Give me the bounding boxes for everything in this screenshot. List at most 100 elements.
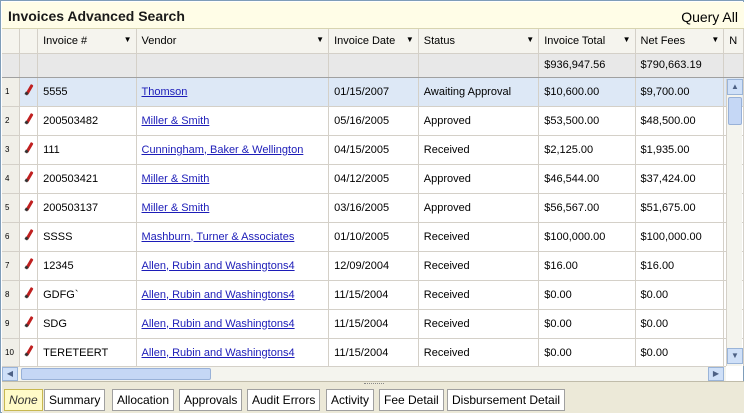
invoice-total: $56,567.00 <box>538 193 636 223</box>
row-number: 1 <box>2 77 21 107</box>
row-number: 6 <box>2 222 21 252</box>
vendor-link[interactable]: Allen, Rubin and Washingtons4 <box>142 347 295 359</box>
invoice-date: 12/09/2004 <box>328 251 419 281</box>
net-fees: $37,424.00 <box>635 164 725 194</box>
invoice-date: 11/15/2004 <box>328 338 419 366</box>
table-row[interactable]: 5 200503137 Miller & Smith 03/16/2005 Approv… <box>2 193 744 223</box>
row-number: 9 <box>2 309 21 339</box>
table-row[interactable]: 2 200503482 Miller & Smith 05/16/2005 Approv… <box>2 106 744 136</box>
title-bar: Invoices Advanced Search Query All <box>2 2 744 29</box>
column-header-status[interactable]: Status ▼ <box>418 29 540 54</box>
net-fees: $48,500.00 <box>635 106 725 136</box>
invoice-total: $16.00 <box>538 251 636 281</box>
edit-pencil-icon[interactable] <box>23 113 35 125</box>
row-number: 3 <box>2 135 21 165</box>
edit-pencil-icon[interactable] <box>23 345 35 357</box>
scroll-down-icon[interactable]: ▼ <box>727 348 743 364</box>
invoice-date: 05/16/2005 <box>328 106 419 136</box>
edit-pencil-icon[interactable] <box>23 316 35 328</box>
column-header-next[interactable]: N <box>723 29 744 54</box>
row-number: 8 <box>2 280 21 310</box>
row-number: 5 <box>2 193 21 223</box>
vendor-link[interactable]: Allen, Rubin and Washingtons4 <box>142 260 295 272</box>
net-fees: $51,675.00 <box>635 193 725 223</box>
edit-header <box>19 29 39 54</box>
invoice-number: SSSS <box>37 222 137 252</box>
vendor-link[interactable]: Mashburn, Turner & Associates <box>142 231 295 243</box>
invoice-date: 11/15/2004 <box>328 309 419 339</box>
vertical-scroll-thumb[interactable] <box>728 97 742 125</box>
invoice-number: 111 <box>37 135 137 165</box>
sort-arrow-icon[interactable]: ▼ <box>316 35 324 44</box>
invoice-number: SDG <box>37 309 137 339</box>
tab-disbursement-detail[interactable]: Disbursement Detail <box>447 389 566 411</box>
tab-allocation[interactable]: Allocation <box>112 389 175 411</box>
scroll-right-icon[interactable]: ▶ <box>708 367 724 381</box>
invoice-status: Received <box>418 222 540 252</box>
horizontal-scrollbar[interactable]: ◀ ▶ <box>2 366 726 381</box>
net-fees: $0.00 <box>635 338 725 366</box>
net-fees-sum: $790,663.19 <box>635 53 725 78</box>
tab-activity[interactable]: Activity <box>326 389 375 411</box>
edit-pencil-icon[interactable] <box>23 171 35 183</box>
tab-none[interactable]: None <box>4 389 43 411</box>
invoice-status: Approved <box>418 193 540 223</box>
vertical-scrollbar[interactable]: ▲ ▼ <box>726 79 743 366</box>
net-fees: $1,935.00 <box>635 135 725 165</box>
splitter-grip-icon[interactable] <box>364 383 384 385</box>
tab-summary[interactable]: Summary <box>44 389 106 411</box>
vendor-link[interactable]: Miller & Smith <box>142 202 210 214</box>
invoice-total: $53,500.00 <box>538 106 636 136</box>
sort-arrow-icon[interactable]: ▼ <box>124 35 132 44</box>
vendor-link[interactable]: Allen, Rubin and Washingtons4 <box>142 318 295 330</box>
invoice-status: Approved <box>418 164 540 194</box>
invoice-number: 200503482 <box>37 106 137 136</box>
table-row[interactable]: 1 5555 Thomson 01/15/2007 Awaiting Approval $… <box>2 77 744 107</box>
column-header-invoice[interactable]: Invoice # ▼ <box>37 29 137 54</box>
invoice-total: $46,544.00 <box>538 164 636 194</box>
page-title: Invoices Advanced Search <box>8 8 185 24</box>
invoice-number: 5555 <box>37 77 137 107</box>
table-row[interactable]: 6 SSSS Mashburn, Turner & Associates 01/10/… <box>2 222 744 252</box>
sort-arrow-icon[interactable]: ▼ <box>526 35 534 44</box>
table-row[interactable]: 8 GDFG` Allen, Rubin and Washingtons4 11/15… <box>2 280 744 310</box>
column-header-net-fees[interactable]: Net Fees ▼ <box>635 29 725 54</box>
invoices-search-window: Invoices Advanced Search Query All Invoi… <box>0 0 744 413</box>
sort-arrow-icon[interactable]: ▼ <box>711 35 719 44</box>
invoice-number: GDFG` <box>37 280 137 310</box>
edit-pencil-icon[interactable] <box>23 142 35 154</box>
column-header-invoice-date[interactable]: Invoice Date ▼ <box>328 29 419 54</box>
detail-tabs: None Summary Allocation Approvals Audit … <box>2 387 744 413</box>
vendor-link[interactable]: Miller & Smith <box>142 173 210 185</box>
vendor-link[interactable]: Miller & Smith <box>142 115 210 127</box>
query-all-link[interactable]: Query All <box>681 9 738 25</box>
column-header-invoice-total[interactable]: Invoice Total ▼ <box>538 29 636 54</box>
header-row: Invoice # ▼ Vendor ▼ Invoice Date ▼ Status ▼… <box>2 29 744 54</box>
tab-fee-detail[interactable]: Fee Detail <box>379 389 444 411</box>
table-row[interactable]: 4 200503421 Miller & Smith 04/12/2005 Approv… <box>2 164 744 194</box>
table-row[interactable]: 7 12345 Allen, Rubin and Washingtons4 12/09… <box>2 251 744 281</box>
sort-arrow-icon[interactable]: ▼ <box>623 35 631 44</box>
edit-pencil-icon[interactable] <box>23 229 35 241</box>
edit-pencil-icon[interactable] <box>23 287 35 299</box>
edit-pencil-icon[interactable] <box>23 84 35 96</box>
table-row[interactable]: 10 TERETEERT Allen, Rubin and Washingtons4… <box>2 338 744 366</box>
edit-pencil-icon[interactable] <box>23 258 35 270</box>
row-number-header <box>2 29 21 54</box>
table-row[interactable]: 9 SDG Allen, Rubin and Washingtons4 11/15/2… <box>2 309 744 339</box>
vendor-link[interactable]: Allen, Rubin and Washingtons4 <box>142 289 295 301</box>
table-row[interactable]: 3 111 Cunningham, Baker & Wellington 04/15/… <box>2 135 744 165</box>
horizontal-scroll-thumb[interactable] <box>21 368 211 380</box>
column-header-vendor[interactable]: Vendor ▼ <box>136 29 330 54</box>
invoice-total: $0.00 <box>538 338 636 366</box>
sort-arrow-icon[interactable]: ▼ <box>406 35 414 44</box>
vendor-link[interactable]: Cunningham, Baker & Wellington <box>142 144 304 156</box>
tab-audit-errors[interactable]: Audit Errors <box>247 389 321 411</box>
invoice-status: Awaiting Approval <box>418 77 540 107</box>
vendor-link[interactable]: Thomson <box>142 86 188 98</box>
scroll-left-icon[interactable]: ◀ <box>2 367 18 381</box>
tab-approvals[interactable]: Approvals <box>179 389 243 411</box>
scroll-up-icon[interactable]: ▲ <box>727 79 743 95</box>
net-fees: $9,700.00 <box>635 77 725 107</box>
edit-pencil-icon[interactable] <box>23 200 35 212</box>
